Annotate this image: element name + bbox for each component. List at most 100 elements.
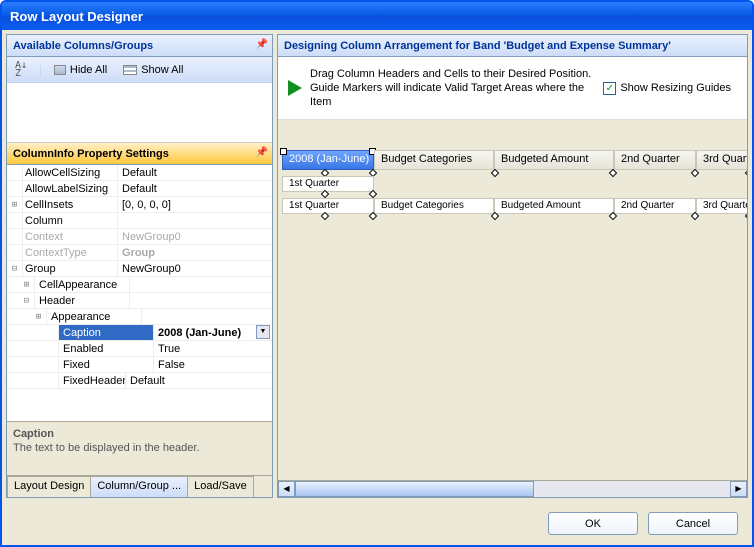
diamond-icon	[369, 190, 377, 198]
prop-allowcellsizing[interactable]: AllowCellSizing Default	[7, 165, 272, 181]
scroll-track[interactable]	[295, 481, 730, 497]
prop-name: Group	[23, 261, 118, 276]
tab-layout-design[interactable]: Layout Design	[7, 476, 91, 497]
prop-value[interactable]: Default	[118, 181, 272, 196]
tab-load-save[interactable]: Load/Save	[187, 476, 254, 497]
prop-fixedheader[interactable]: FixedHeaderIndicator Default	[7, 373, 272, 389]
diamond-icon	[491, 169, 499, 177]
horizontal-scrollbar[interactable]: ◀ ▶	[278, 480, 747, 497]
show-all-label: Show All	[141, 64, 183, 76]
prop-name: Fixed	[59, 357, 154, 372]
guide-diamonds	[282, 213, 747, 219]
column-header[interactable]: 2nd Quarter	[614, 150, 696, 170]
diamond-icon	[745, 169, 747, 177]
expander-empty	[7, 341, 59, 356]
column-header[interactable]: Budgeted Amount	[494, 150, 614, 170]
expander-icon[interactable]: ⊞	[7, 197, 23, 212]
ok-button[interactable]: OK	[548, 512, 638, 535]
diamond-icon	[321, 190, 329, 198]
design-surface[interactable]: 2008 (Jan-June) Budget Categories Budget…	[278, 120, 747, 480]
show-resizing-guides-checkbox[interactable]: ✓ Show Resizing Guides	[603, 82, 731, 95]
prop-header[interactable]: ⊟ Header	[7, 293, 272, 309]
tab-column-group[interactable]: Column/Group ...	[90, 476, 188, 497]
diamond-icon	[491, 212, 499, 220]
design-band-title: Designing Column Arrangement for Band 'B…	[284, 40, 671, 52]
hide-all-label: Hide All	[70, 64, 107, 76]
prop-context: Context NewGroup0	[7, 229, 272, 245]
cell-row: 1st Quarter Budget Categories Budgeted A…	[282, 198, 747, 214]
hide-all-button[interactable]: Hide All	[50, 62, 111, 78]
help-title: Caption	[13, 428, 266, 440]
prop-fixed[interactable]: Fixed False	[7, 357, 272, 373]
header-row: 2008 (Jan-June) Budget Categories Budget…	[282, 150, 747, 170]
expander-icon[interactable]: ⊟	[7, 261, 23, 276]
pin-icon[interactable]: 📌	[256, 39, 268, 50]
prop-value[interactable]	[142, 309, 272, 324]
cell[interactable]: 1st Quarter	[282, 198, 374, 214]
checkbox-label: Show Resizing Guides	[620, 82, 731, 94]
content-area: Available Columns/Groups 📌 A↓Z | Hide Al…	[2, 30, 752, 502]
prop-caption[interactable]: Caption 2008 (Jan-June) ▼	[7, 325, 272, 341]
expander-empty	[7, 165, 23, 180]
cell[interactable]: 3rd Quarter	[696, 198, 747, 214]
scroll-right-button[interactable]: ▶	[730, 481, 747, 497]
prop-value[interactable]: Default	[126, 373, 272, 388]
expander-icon[interactable]: ⊞	[7, 309, 47, 324]
pin-icon[interactable]: 📌	[256, 147, 268, 158]
left-tabs: Layout Design Column/Group ... Load/Save	[7, 475, 272, 497]
guide-diamonds	[282, 191, 378, 197]
prop-value[interactable]: [0, 0, 0, 0]	[118, 197, 272, 212]
prop-column[interactable]: Column	[7, 213, 272, 229]
prop-value[interactable]: False	[154, 357, 272, 372]
cell[interactable]: Budget Categories	[374, 198, 494, 214]
prop-appearance[interactable]: ⊞ Appearance	[7, 309, 272, 325]
prop-name: Header	[35, 293, 130, 308]
prop-name: AllowCellSizing	[23, 165, 118, 180]
expander-empty	[7, 325, 59, 340]
scroll-left-button[interactable]: ◀	[278, 481, 295, 497]
prop-value[interactable]	[130, 293, 272, 308]
prop-value[interactable]: NewGroup0	[118, 261, 272, 276]
prop-value[interactable]: 2008 (Jan-June) ▼	[154, 325, 272, 340]
prop-contexttype: ContextType Group	[7, 245, 272, 261]
scroll-thumb[interactable]	[295, 481, 534, 497]
design-header: Designing Column Arrangement for Band 'B…	[278, 35, 747, 57]
cell-row: 1st Quarter	[282, 176, 374, 192]
property-help: Caption The text to be displayed in the …	[7, 421, 272, 475]
show-all-button[interactable]: Show All	[119, 62, 187, 78]
sort-button[interactable]: A↓Z	[11, 60, 31, 80]
cancel-button[interactable]: Cancel	[648, 512, 738, 535]
cell[interactable]: 1st Quarter	[282, 176, 374, 192]
property-settings-title: ColumnInfo Property Settings	[13, 148, 169, 160]
prop-enabled[interactable]: Enabled True	[7, 341, 272, 357]
expander-empty	[7, 245, 23, 260]
expander-empty	[7, 373, 59, 388]
dropdown-arrow-icon[interactable]: ▼	[256, 325, 270, 339]
expander-icon[interactable]: ⊞	[7, 277, 35, 292]
column-header[interactable]: Budget Categories	[374, 150, 494, 170]
checkbox-icon: ✓	[603, 82, 616, 95]
cell[interactable]: Budgeted Amount	[494, 198, 614, 214]
prop-value[interactable]	[130, 277, 272, 292]
prop-name: Appearance	[47, 309, 142, 324]
dialog-buttons: OK Cancel	[2, 502, 752, 545]
prop-cellinsets[interactable]: ⊞ CellInsets [0, 0, 0, 0]	[7, 197, 272, 213]
expander-empty	[7, 357, 59, 372]
column-header-selected[interactable]: 2008 (Jan-June)	[282, 150, 374, 170]
prop-value[interactable]: True	[154, 341, 272, 356]
prop-allowlabelsizing[interactable]: AllowLabelSizing Default	[7, 181, 272, 197]
prop-value[interactable]: Default	[118, 165, 272, 180]
column-header[interactable]: 3rd Quarter	[696, 150, 747, 170]
property-grid[interactable]: AllowCellSizing Default AllowLabelSizing…	[7, 165, 272, 421]
prop-group[interactable]: ⊟ Group NewGroup0	[7, 261, 272, 277]
row-layout-designer-window: Row Layout Designer Available Columns/Gr…	[0, 0, 754, 547]
cell[interactable]: 2nd Quarter	[614, 198, 696, 214]
expander-icon[interactable]: ⊟	[7, 293, 35, 308]
prop-value[interactable]	[118, 213, 272, 228]
prop-cellappearance[interactable]: ⊞ CellAppearance	[7, 277, 272, 293]
expander-empty	[7, 181, 23, 196]
right-panel: Designing Column Arrangement for Band 'B…	[277, 34, 748, 498]
prop-name: CellAppearance	[35, 277, 130, 292]
prop-name: FixedHeaderIndicator	[59, 373, 126, 388]
instruction-line-2: Guide Markers will indicate Valid Target…	[310, 81, 595, 109]
